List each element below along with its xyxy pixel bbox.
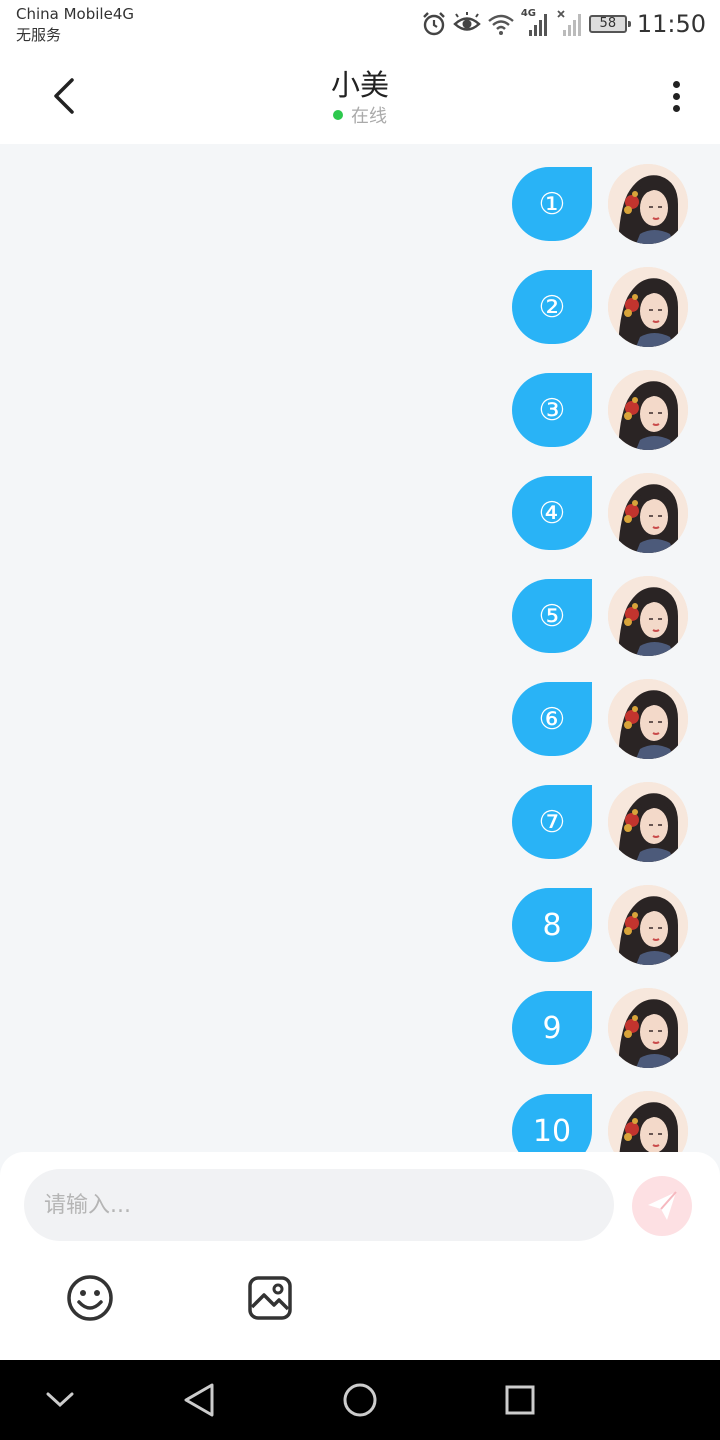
more-dot-icon [672,80,680,88]
nav-recents-button[interactable] [500,1380,540,1420]
message-bubble[interactable]: ⑤ [512,579,592,653]
avatar-portrait-icon [608,679,688,759]
message-bubble[interactable]: 9 [512,991,592,1065]
avatar-portrait-icon [608,576,688,656]
nav-collapse-button[interactable] [40,1380,80,1420]
smiley-icon [67,1275,113,1321]
carrier-info: China Mobile4G 无服务 [16,4,134,46]
avatar[interactable] [608,473,688,553]
message-input[interactable] [24,1169,614,1241]
avatar[interactable] [608,988,688,1068]
message-row: ④ [512,473,688,553]
avatar[interactable] [608,782,688,862]
alarm-icon [422,12,445,36]
more-dot-icon [672,104,680,112]
battery-icon: 58 [588,15,631,33]
home-circle-icon [343,1383,377,1417]
avatar[interactable] [608,164,688,244]
avatar[interactable] [608,370,688,450]
online-dot-icon [333,110,343,120]
chevron-down-icon [46,1392,74,1408]
online-label: 在线 [351,106,387,127]
no-signal-icon [557,10,581,36]
emoji-button[interactable] [66,1274,114,1322]
avatar-portrait-icon [608,988,688,1068]
chat-header: 小美 在线 [0,50,720,144]
message-bubble[interactable]: 10 [512,1094,592,1152]
avatar-portrait-icon [608,1091,688,1152]
service-status: 无服务 [16,26,62,44]
clock: 11:50 [636,10,706,38]
message-row: ⑥ [512,679,688,759]
send-button[interactable] [632,1176,692,1236]
message-bubble[interactable]: 8 [512,888,592,962]
nav-home-button[interactable] [340,1380,380,1420]
avatar-portrait-icon [608,267,688,347]
avatar-portrait-icon [608,782,688,862]
image-button[interactable] [246,1274,294,1322]
avatar-portrait-icon [608,473,688,553]
image-icon [248,1276,292,1320]
input-panel [0,1152,720,1360]
message-row: ③ [512,370,688,450]
back-triangle-icon [184,1383,214,1417]
message-row: 9 [512,988,688,1068]
message-bubble[interactable]: ① [512,167,592,241]
message-row: ① [512,164,688,244]
eye-icon [453,12,481,31]
message-row: ② [512,267,688,347]
wifi-icon [488,14,514,35]
online-status: 在线 [0,102,720,128]
nav-back-button[interactable] [180,1380,220,1420]
message-row: ⑤ [512,576,688,656]
message-bubble[interactable]: ② [512,270,592,344]
message-row: 10 [512,1091,688,1152]
message-list[interactable]: ① ② ③ ④ ⑤ ⑥ ⑦ 8 9 10 [0,144,720,1152]
status-bar: China Mobile4G 无服务 4G 58 11:50 [0,0,720,50]
avatar[interactable] [608,885,688,965]
message-row: ⑦ [512,782,688,862]
message-bubble[interactable]: ⑥ [512,682,592,756]
message-bubble[interactable]: ④ [512,476,592,550]
avatar[interactable] [608,576,688,656]
message-bubble[interactable]: ③ [512,373,592,447]
status-icons: 4G 58 11:50 [421,8,706,40]
avatar-portrait-icon [608,164,688,244]
message-bubble[interactable]: ⑦ [512,785,592,859]
contact-name: 小美 [330,68,389,102]
avatar-portrait-icon [608,370,688,450]
more-options-button[interactable] [656,72,696,120]
signal-icon: 4G [521,8,551,38]
carrier-name: China Mobile4G [16,5,134,23]
system-nav-bar [0,1360,720,1440]
chat-screen: China Mobile4G 无服务 4G 58 11:50 小美 在线 ① ②… [0,0,720,1440]
recents-square-icon [505,1385,535,1415]
paper-plane-icon [648,1191,677,1220]
more-dot-icon [672,92,680,100]
avatar[interactable] [608,1091,688,1152]
avatar-portrait-icon [608,885,688,965]
avatar[interactable] [608,267,688,347]
message-row: 8 [512,885,688,965]
avatar[interactable] [608,679,688,759]
